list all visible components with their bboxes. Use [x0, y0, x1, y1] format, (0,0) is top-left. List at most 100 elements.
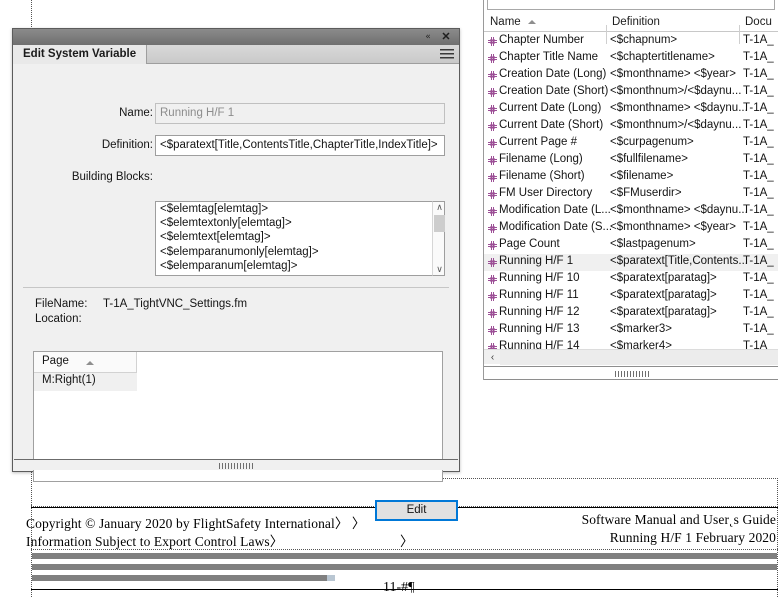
filename-label: FileName:	[35, 298, 88, 310]
sort-ascending-icon[interactable]	[86, 361, 94, 365]
dialog-tab-strip: Edit System Variable	[13, 45, 459, 64]
close-icon[interactable]: ✕	[439, 30, 453, 44]
variable-list-row[interactable]: Modification Date (S... <$monthname> <$ye…	[484, 220, 778, 237]
page-list-row[interactable]: M:Right(1)	[34, 373, 137, 391]
variable-document: T-1A_	[743, 153, 774, 165]
building-block-item[interactable]: <$elemtag[elemtag]>	[156, 202, 444, 216]
variable-definition: <$curpagenum>	[610, 136, 694, 148]
scroll-left-icon[interactable]: ‹	[487, 352, 498, 363]
variable-icon	[488, 326, 497, 335]
variable-document: T-1A_	[743, 51, 774, 63]
variable-icon	[488, 156, 497, 165]
scroll-up-icon[interactable]: ∧	[433, 202, 446, 213]
building-block-item[interactable]: <$elemparanumonly[elemtag]>	[156, 245, 444, 259]
building-block-item[interactable]: <$elemtext[elemtag]>	[156, 230, 444, 244]
variable-list-row[interactable]: Chapter Title Name <$chaptertitlename> T-1…	[484, 50, 778, 67]
variable-list-row[interactable]: Running H/F 13 <$marker3> T-1A_	[484, 322, 778, 339]
variable-list-horizontal-scrollbar[interactable]: ‹	[484, 349, 778, 365]
variable-definition: <$paratext[paratag]>	[610, 272, 717, 284]
variable-definition: <$FMuserdir>	[610, 187, 682, 199]
sort-ascending-icon[interactable]	[528, 20, 536, 24]
variable-icon	[488, 71, 497, 80]
variable-definition: <$chapnum>	[610, 34, 678, 46]
column-header-definition[interactable]: Definition	[608, 14, 660, 32]
building-blocks-list[interactable]: <$elemtag[elemtag]> <$elemtextonly[elemta…	[155, 201, 445, 276]
edit-button[interactable]: Edit	[375, 500, 458, 521]
definition-input[interactable]: <$paratext[Title,ContentsTitle,ChapterTi…	[155, 135, 445, 156]
variable-list-row[interactable]: Running H/F 11 <$paratext[paratag]> T-1A_	[484, 288, 778, 305]
building-block-item[interactable]: <$elemtextonly[elemtag]>	[156, 216, 444, 230]
variable-document: T-1A_	[743, 221, 774, 233]
grip-dots-icon	[614, 371, 649, 377]
scrollbar-thumb[interactable]	[434, 215, 445, 232]
variable-list-row[interactable]: Running H/F 10 <$paratext[paratag]> T-1A_	[484, 271, 778, 288]
page-list-row-label: M:Right(1)	[42, 374, 96, 386]
variable-definition: <$filename>	[610, 170, 674, 182]
variable-list-row[interactable]: FM User Directory <$FMuserdir> T-1A_	[484, 186, 778, 203]
section-divider	[23, 287, 449, 288]
variable-list-row[interactable]: Current Date (Short) <$monthnum>/<$daynu.…	[484, 118, 778, 135]
variable-document: T-1A_	[743, 119, 774, 131]
variable-document: T-1A_	[743, 68, 774, 80]
variable-definition: <$paratext[paratag]>	[610, 289, 717, 301]
definition-label: Definition:	[101, 139, 153, 151]
variable-icon	[488, 258, 497, 267]
building-block-item[interactable]: <$elemparanum[elemtag]>	[156, 259, 444, 273]
variable-list-row[interactable]: Creation Date (Long) <$monthname> <$year>…	[484, 67, 778, 84]
variable-name: Creation Date (Long)	[499, 68, 607, 80]
column-header-name[interactable]: Name	[486, 14, 521, 32]
footer-export-marker: 〉	[400, 534, 414, 549]
variable-document: T-1A_	[743, 85, 774, 97]
dialog-title-bar[interactable]: « ✕	[13, 29, 459, 45]
variable-list-row[interactable]: Creation Date (Short) <$monthnum>/<$daynu…	[484, 84, 778, 101]
building-blocks-scrollbar[interactable]: ∧ ∨	[432, 201, 445, 276]
hamburger-menu-icon[interactable]	[440, 49, 454, 60]
panel-resize-grip-right[interactable]	[484, 366, 778, 380]
variable-icon	[488, 309, 497, 318]
column-header-document[interactable]: Docu	[741, 14, 772, 32]
location-label: Location:	[35, 313, 82, 325]
greeked-text-bar-3-cap	[327, 575, 335, 581]
variable-name: Page Count	[499, 238, 560, 250]
variable-list-row[interactable]: Current Page # <$curpagenum> T-1A_	[484, 135, 778, 152]
variable-icon	[488, 122, 497, 131]
variable-icon	[488, 88, 497, 97]
variable-icon	[488, 241, 497, 250]
variable-document: T-1A_	[743, 255, 774, 267]
variable-definition: <$monthname> <$year>	[610, 68, 736, 80]
grip-dots-icon	[219, 463, 253, 469]
variable-document: T-1A_	[743, 170, 774, 182]
page-column-header[interactable]: Page	[34, 352, 137, 373]
variable-list-row[interactable]: Filename (Long) <$fullfilename> T-1A_	[484, 152, 778, 169]
variable-name: Running H/F 12	[499, 306, 580, 318]
variable-definition: <$paratext[Title,Contents...	[610, 255, 748, 267]
variable-name: Modification Date (L...	[499, 204, 611, 216]
variable-document: T-1A_	[743, 323, 774, 335]
collapse-icon[interactable]: «	[421, 31, 435, 43]
variable-definition: <$fullfilename>	[610, 153, 688, 165]
tab-edit-system-variable[interactable]: Edit System Variable	[13, 45, 148, 64]
scrollbar-track[interactable]	[500, 350, 778, 365]
name-input[interactable]: Running H/F 1	[155, 103, 445, 124]
variable-name: Filename (Short)	[499, 170, 585, 182]
variable-list-row[interactable]: Current Date (Long) <$monthname> <$daynu.…	[484, 101, 778, 118]
variable-name: Running H/F 13	[499, 323, 580, 335]
variable-name: Chapter Number	[499, 34, 585, 46]
variable-list-row[interactable]: Filename (Short) <$filename> T-1A_	[484, 169, 778, 186]
variable-icon	[488, 292, 497, 301]
variable-definition: <$monthname> <$year>	[610, 221, 736, 233]
scroll-down-icon[interactable]: ∨	[433, 264, 446, 275]
variable-icon	[488, 173, 497, 182]
variable-list-row[interactable]: Modification Date (L... <$monthname> <$da…	[484, 203, 778, 220]
variable-list-row[interactable]: Running H/F 12 <$paratext[paratag]> T-1A_	[484, 305, 778, 322]
variable-list-row[interactable]: Page Count <$lastpagenum> T-1A_	[484, 237, 778, 254]
variable-search-input[interactable]	[487, 0, 775, 10]
variable-name: Modification Date (S...	[499, 221, 613, 233]
variable-icon	[488, 190, 497, 199]
dialog-resize-grip[interactable]	[14, 459, 458, 470]
variable-name: Chapter Title Name	[499, 51, 599, 63]
variable-list-row[interactable]: Chapter Number <$chapnum> T-1A_	[484, 33, 778, 50]
variable-definition: <$monthname> <$daynu...	[610, 102, 748, 114]
variable-list-row[interactable]: Running H/F 1 <$paratext[Title,Contents..…	[484, 254, 778, 271]
variable-definition: <$monthnum>/<$daynu...	[610, 85, 742, 97]
